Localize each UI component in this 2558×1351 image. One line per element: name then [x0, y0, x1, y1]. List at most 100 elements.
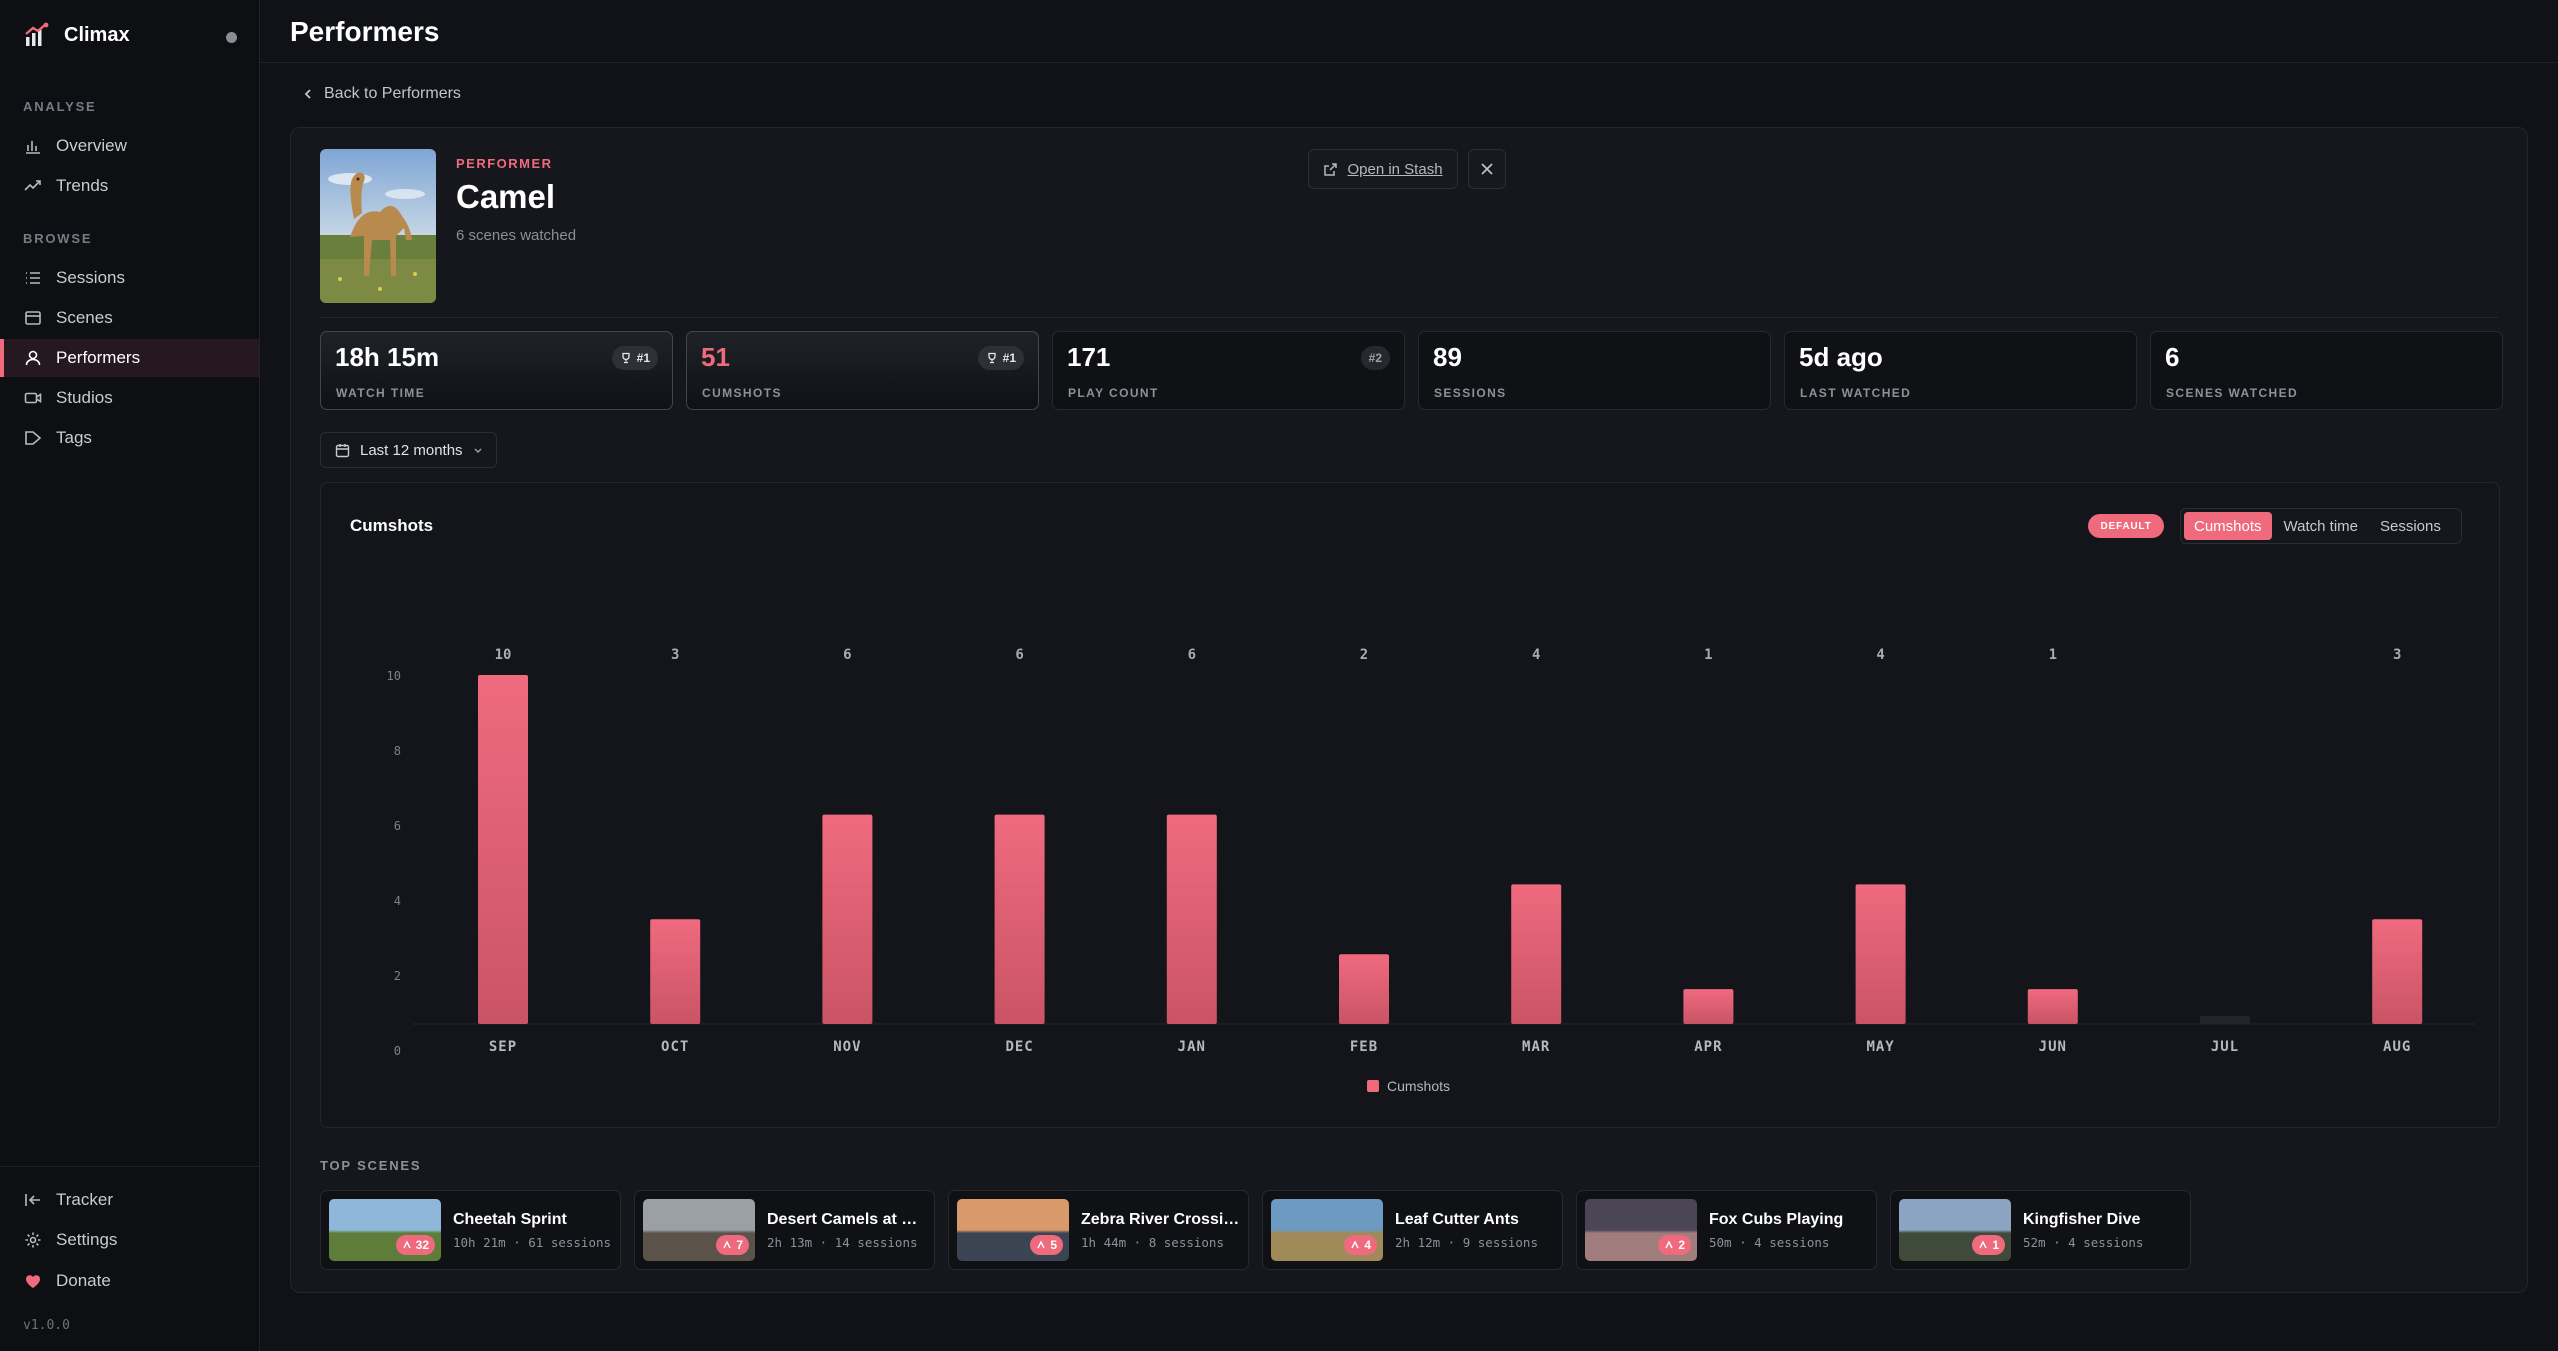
- sidebar-item-label: Tags: [56, 428, 92, 447]
- legend-label: Cumshots: [1387, 1078, 1450, 1094]
- x-tick-label: JUL: [2211, 1039, 2239, 1055]
- scene-card[interactable]: 7 Desert Camels at Du... 2h 13m · 14 sessi…: [634, 1190, 935, 1270]
- scene-title: Cheetah Sprint: [453, 1211, 567, 1228]
- back-to-performers-link[interactable]: Back to Performers: [302, 85, 461, 103]
- y-tick-label: 0: [394, 1044, 401, 1058]
- stat-value: 171: [1067, 342, 1111, 372]
- scene-card[interactable]: 32 Cheetah Sprint 10h 21m · 61 sessions: [320, 1190, 621, 1270]
- droplet-icon: [1351, 1240, 1359, 1249]
- bar-feb: [1339, 954, 1389, 1024]
- stat-last-watched: 5d ago LAST WATCHED: [1784, 331, 2137, 410]
- value-label: 2: [1360, 647, 1368, 663]
- scene-thumbnail: 7: [643, 1199, 755, 1261]
- sidebar-item-donate[interactable]: Donate: [0, 1262, 259, 1300]
- status-dot: [226, 32, 237, 43]
- sidebar-item-label: Studios: [56, 388, 113, 407]
- scene-card[interactable]: 1 Kingfisher Dive 52m · 4 sessions: [1890, 1190, 2191, 1270]
- scene-card[interactable]: 2 Fox Cubs Playing 50m · 4 sessions: [1576, 1190, 1877, 1270]
- period-dropdown[interactable]: Last 12 months: [320, 432, 497, 468]
- bar-mar: [1511, 884, 1562, 1024]
- bar-chart: 0 2 4 6 8 10 10 SEP 3 OCT 6 NOV 6 DEC 6 JAN 2 FEB 4 MAR 1 APR…: [387, 647, 2475, 1094]
- value-label: 1: [1704, 647, 1712, 663]
- stat-value: 18h 15m: [335, 342, 440, 372]
- chevron-left-icon: [304, 89, 311, 99]
- rank-badge: #2: [1360, 346, 1390, 370]
- sidebar-item-label: Sessions: [56, 268, 125, 287]
- camera-icon: [24, 392, 42, 404]
- bar-dec: [994, 814, 1045, 1024]
- value-label: 6: [843, 647, 851, 663]
- performer-kicker: PERFORMER: [456, 156, 553, 171]
- sidebar: Climax ANALYSE Overview Trends BROWSE Se…: [0, 0, 260, 1351]
- scene-thumbnail: 5: [957, 1199, 1069, 1261]
- bar-sep: [478, 675, 528, 1024]
- droplet-icon: [1665, 1240, 1673, 1249]
- sidebar-item-tracker[interactable]: Tracker: [0, 1181, 259, 1219]
- droplet-icon: [403, 1240, 411, 1249]
- x-tick-label: JUN: [2039, 1039, 2067, 1055]
- scene-count: 7: [736, 1238, 743, 1252]
- tag-icon: [25, 431, 42, 445]
- section-label-browse: BROWSE: [23, 231, 93, 246]
- section-label-analyse: ANALYSE: [23, 99, 97, 114]
- back-link-label: Back to Performers: [324, 85, 461, 102]
- sidebar-item-settings[interactable]: Settings: [0, 1221, 259, 1259]
- scene-count: 1: [1992, 1238, 1999, 1252]
- rank-value: #2: [1368, 351, 1382, 365]
- stat-play-count: 171 PLAY COUNT #2: [1052, 331, 1405, 410]
- external-link-icon: [1324, 162, 1338, 176]
- sidebar-item-scenes[interactable]: Scenes: [0, 299, 259, 337]
- y-tick-label: 6: [394, 819, 401, 833]
- open-in-stash-button[interactable]: Open in Stash: [1308, 149, 1458, 189]
- film-icon: [25, 311, 41, 325]
- bar-aug: [2372, 919, 2423, 1024]
- scene-thumbnail: 2: [1585, 1199, 1697, 1261]
- performer-card: PERFORMER Camel 6 scenes watched Open in…: [290, 127, 2528, 1293]
- scene-count-badge: 7: [716, 1235, 749, 1255]
- sidebar-item-overview[interactable]: Overview: [0, 127, 259, 165]
- y-tick-label: 4: [394, 894, 401, 908]
- value-label: 6: [1015, 647, 1023, 663]
- stat-label: PLAY COUNT: [1068, 386, 1159, 400]
- list-icon: [26, 272, 40, 284]
- sidebar-item-studios[interactable]: Studios: [0, 379, 259, 417]
- app-version: v1.0.0: [23, 1318, 70, 1333]
- scene-card[interactable]: 4 Leaf Cutter Ants 2h 12m · 9 sessions: [1262, 1190, 1563, 1270]
- top-scenes-label: TOP SCENES: [320, 1158, 422, 1173]
- period-label: Last 12 months: [360, 441, 463, 459]
- x-tick-label: AUG: [2383, 1039, 2411, 1055]
- x-tick-label: MAR: [1522, 1039, 1550, 1055]
- stat-label: LAST WATCHED: [1800, 386, 1912, 400]
- sidebar-divider: [0, 1166, 259, 1167]
- scene-card[interactable]: 5 Zebra River Crossing 1h 44m · 8 sessions: [948, 1190, 1249, 1270]
- scene-count-badge: 4: [1344, 1235, 1377, 1255]
- value-label: 4: [1876, 647, 1884, 663]
- stat-label: CUMSHOTS: [702, 386, 782, 400]
- scene-thumbnail: 1: [1899, 1199, 2011, 1261]
- sidebar-item-trends[interactable]: Trends: [0, 167, 259, 205]
- close-button[interactable]: [1468, 149, 1506, 189]
- rank-badge: #1: [611, 346, 658, 370]
- rank-badge: #1: [977, 346, 1024, 370]
- bar-oct: [650, 919, 701, 1024]
- tracker-icon: [25, 1194, 40, 1206]
- close-icon: [1481, 163, 1493, 175]
- chevron-down-icon: [474, 448, 482, 453]
- sidebar-item-label: Settings: [56, 1230, 118, 1249]
- stat-value: 51: [701, 342, 730, 372]
- sidebar-item-performers[interactable]: Performers: [0, 339, 259, 377]
- scene-meta: 1h 44m · 8 sessions: [1081, 1235, 1224, 1250]
- sidebar-item-sessions[interactable]: Sessions: [0, 259, 259, 297]
- scene-meta: 50m · 4 sessions: [1709, 1235, 1830, 1250]
- scene-meta: 2h 13m · 14 sessions: [767, 1235, 918, 1250]
- scene-count: 32: [415, 1238, 429, 1252]
- app-name: Climax: [64, 23, 130, 46]
- sidebar-item-label: Scenes: [56, 308, 113, 327]
- sidebar-item-tags[interactable]: Tags: [0, 419, 259, 457]
- droplet-icon: [723, 1240, 731, 1249]
- y-tick-label: 8: [394, 744, 401, 758]
- value-label: 3: [2393, 647, 2401, 663]
- stat-label: SCENES WATCHED: [2166, 386, 2299, 400]
- brand[interactable]: Climax: [24, 22, 130, 48]
- gear-icon: [25, 1232, 41, 1248]
